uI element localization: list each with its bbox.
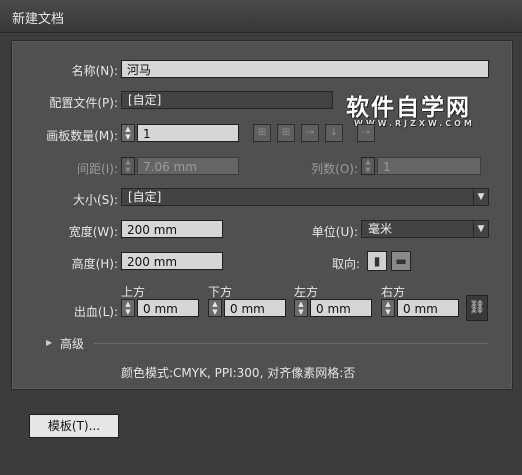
profile-value: [自定] bbox=[128, 93, 162, 107]
chevron-down-icon: ▼ bbox=[473, 221, 488, 237]
height-label: 高度(H): bbox=[71, 257, 118, 271]
name-input[interactable]: 河马 bbox=[121, 60, 489, 78]
grid-by-column-icon[interactable]: ⊞ bbox=[277, 124, 295, 142]
templates-button[interactable]: 模板(T)... bbox=[29, 414, 119, 438]
window-title: 新建文档 bbox=[12, 12, 65, 27]
watermark-logo: 软件自学网 bbox=[346, 95, 471, 121]
bleed-right-spinner[interactable]: ▲ ▼ bbox=[381, 299, 395, 317]
bleed-bottom-label: 下方 bbox=[208, 285, 233, 299]
chevron-down-icon: ▼ bbox=[473, 189, 488, 205]
disclosure-triangle-icon[interactable]: ▶ bbox=[46, 338, 52, 347]
bleed-top-label: 上方 bbox=[121, 285, 146, 299]
bleed-top-input[interactable]: 0 mm bbox=[137, 299, 199, 317]
name-label: 名称(N): bbox=[71, 64, 118, 78]
bleed-left-spinner[interactable]: ▲ ▼ bbox=[294, 299, 308, 317]
portrait-icon[interactable]: ▮ bbox=[367, 251, 387, 271]
height-input[interactable]: 200 mm bbox=[121, 252, 223, 270]
right-to-left-icon[interactable]: ⇢ bbox=[357, 124, 375, 142]
advanced-divider bbox=[94, 343, 488, 344]
orientation-label: 取向: bbox=[331, 257, 360, 271]
landscape-icon[interactable]: ▬ bbox=[391, 251, 411, 271]
bleed-left-input[interactable]: 0 mm bbox=[310, 299, 372, 317]
bleed-top-spinner[interactable]: ▲ ▼ bbox=[121, 299, 135, 317]
bleed-right-label: 右方 bbox=[381, 285, 406, 299]
size-label: 大小(S): bbox=[72, 193, 118, 207]
spacing-input: 7.06 mm bbox=[137, 157, 239, 175]
document-info: 颜色模式:CMYK, PPI:300, 对齐像素网格:否 bbox=[121, 366, 356, 380]
chain-link-icon[interactable]: ⛓ bbox=[466, 295, 488, 321]
columns-label: 列数(O): bbox=[311, 162, 358, 176]
width-label: 宽度(W): bbox=[68, 225, 118, 239]
bleed-left-label: 左方 bbox=[294, 285, 319, 299]
title-bar: 新建文档 bbox=[0, 0, 522, 33]
size-select[interactable]: [自定] ▼ bbox=[121, 188, 489, 206]
artboards-label: 画板数量(M): bbox=[46, 129, 118, 143]
advanced-label[interactable]: 高级 bbox=[60, 335, 84, 352]
bleed-bottom-input[interactable]: 0 mm bbox=[224, 299, 286, 317]
profile-select[interactable]: [自定] bbox=[121, 91, 333, 109]
columns-spinner: ▲ ▼ bbox=[361, 157, 375, 175]
spacing-label: 间距(I): bbox=[77, 162, 118, 176]
bleed-bottom-spinner[interactable]: ▲ ▼ bbox=[208, 299, 222, 317]
units-label: 单位(U): bbox=[311, 225, 358, 239]
profile-label: 配置文件(P): bbox=[49, 96, 118, 110]
artboards-spinner[interactable]: ▲ ▼ bbox=[121, 124, 135, 142]
arrange-by-column-icon[interactable]: ↓ bbox=[325, 124, 343, 142]
units-select[interactable]: 毫米 ▼ bbox=[361, 220, 489, 238]
arrange-by-row-icon[interactable]: → bbox=[301, 124, 319, 142]
bleed-label: 出血(L): bbox=[73, 305, 118, 319]
spacing-spinner: ▲ ▼ bbox=[121, 157, 135, 175]
units-value: 毫米 bbox=[368, 222, 393, 236]
artboards-input[interactable]: 1 bbox=[137, 124, 239, 142]
bleed-right-input[interactable]: 0 mm bbox=[397, 299, 459, 317]
columns-input: 1 bbox=[377, 157, 481, 175]
width-input[interactable]: 200 mm bbox=[121, 220, 223, 238]
grid-by-row-icon[interactable]: ⊞ bbox=[253, 124, 271, 142]
size-value: [自定] bbox=[128, 190, 162, 204]
